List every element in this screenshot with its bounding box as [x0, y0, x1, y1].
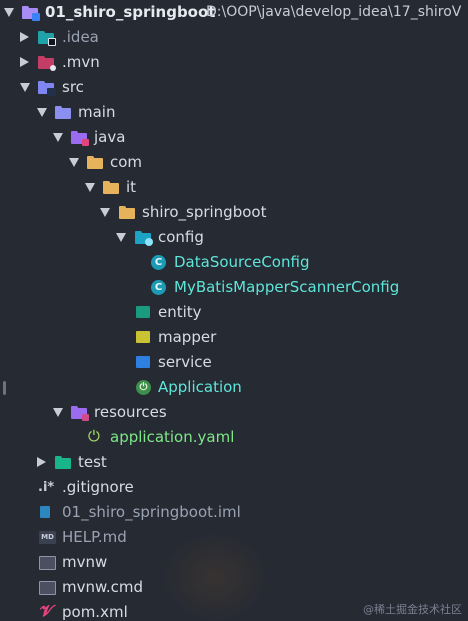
tree-row-shiro-springboot[interactable]: shiro_springboot	[0, 200, 468, 225]
node-label: entity	[158, 303, 202, 321]
node-label: .idea	[62, 28, 99, 46]
chevron-down-icon[interactable]	[116, 233, 126, 242]
gutter-marker	[3, 381, 6, 395]
test-folder-icon	[55, 456, 71, 469]
mvn-folder-icon	[38, 56, 56, 71]
node-label: Application	[158, 378, 242, 396]
chevron-down-icon[interactable]	[53, 408, 63, 417]
chevron-down-icon[interactable]	[85, 183, 95, 192]
mapper-package-icon	[136, 331, 150, 343]
node-label: HELP.md	[62, 528, 127, 546]
folder-icon	[55, 106, 71, 119]
tree-row-mapper[interactable]: mapper	[0, 325, 468, 350]
chevron-right-icon[interactable]	[20, 57, 29, 67]
node-label: com	[110, 153, 143, 171]
java-source-folder-icon	[71, 131, 89, 146]
class-icon: C	[151, 255, 166, 270]
chevron-down-icon[interactable]	[69, 158, 79, 167]
node-label: mapper	[158, 328, 217, 346]
markdown-file-icon: MD	[39, 531, 56, 544]
config-package-icon	[135, 231, 153, 246]
package-folder-icon	[87, 156, 103, 169]
terminal-file-icon	[39, 556, 56, 570]
tree-row-it[interactable]: it	[0, 175, 468, 200]
node-label: java	[94, 128, 126, 146]
tree-row-service[interactable]: service	[0, 350, 468, 375]
service-package-icon	[136, 356, 150, 368]
tree-row-src[interactable]: src	[0, 75, 468, 100]
node-label: service	[158, 353, 212, 371]
node-label: pom.xml	[62, 603, 128, 621]
node-label: .mvn	[62, 53, 100, 71]
node-label: resources	[94, 403, 167, 421]
chevron-down-icon[interactable]	[20, 83, 30, 92]
tree-row-application-yaml[interactable]: ⏻ application.yaml	[0, 425, 468, 450]
node-label: MyBatisMapperScannerConfig	[174, 278, 400, 296]
tree-row-idea[interactable]: .idea	[0, 25, 468, 50]
spring-boot-class-icon: ⏻	[136, 380, 151, 395]
tree-row-gitignore[interactable]: .i* .gitignore	[0, 475, 468, 500]
node-label: test	[78, 453, 107, 471]
node-label: application.yaml	[110, 428, 235, 446]
node-label: main	[78, 103, 116, 121]
chevron-right-icon[interactable]	[37, 457, 46, 467]
package-folder-icon	[103, 181, 119, 194]
tree-row-java[interactable]: java	[0, 125, 468, 150]
project-name: 01_shiro_springboot	[45, 3, 216, 21]
tree-row-resources[interactable]: resources	[0, 400, 468, 425]
resources-folder-icon	[71, 406, 89, 421]
entity-package-icon	[136, 306, 150, 318]
tree-row-mybatismapperscannerconfig[interactable]: C MyBatisMapperScannerConfig	[0, 275, 468, 300]
spring-config-icon: ⏻	[88, 427, 100, 445]
idea-folder-icon	[38, 31, 56, 46]
node-label: mvnw.cmd	[62, 578, 144, 596]
terminal-file-icon	[39, 581, 56, 595]
node-label: src	[62, 78, 84, 96]
tree-row-mvn[interactable]: .mvn	[0, 50, 468, 75]
tree-row-config[interactable]: config	[0, 225, 468, 250]
watermark: @稀土掘金技术社区	[363, 603, 462, 616]
project-folder-icon	[22, 6, 40, 21]
chevron-right-icon[interactable]	[20, 32, 29, 42]
iml-file-icon	[40, 506, 50, 518]
maven-icon: 𝓥	[40, 601, 54, 620]
node-label: 01_shiro_springboot.iml	[62, 503, 241, 521]
chevron-down-icon[interactable]	[4, 8, 14, 17]
tree-row-main[interactable]: main	[0, 100, 468, 125]
project-path: D:\OOP\java\develop_idea\17_shiroV	[206, 4, 462, 20]
node-label: shiro_springboot	[142, 203, 267, 221]
package-folder-icon	[119, 206, 135, 219]
tree-row-com[interactable]: com	[0, 150, 468, 175]
node-label: config	[158, 228, 204, 246]
node-label: it	[126, 178, 137, 196]
src-folder-icon	[38, 81, 56, 96]
node-label: DataSourceConfig	[174, 253, 310, 271]
gitignore-icon: .i*	[38, 480, 55, 495]
tree-row-iml[interactable]: 01_shiro_springboot.iml	[0, 500, 468, 525]
tree-row-application[interactable]: ⏻ Application	[0, 375, 468, 400]
chevron-down-icon[interactable]	[100, 208, 110, 217]
tree-row-entity[interactable]: entity	[0, 300, 468, 325]
node-label: .gitignore	[62, 478, 134, 496]
class-icon: C	[151, 280, 166, 295]
tree-row-project-root[interactable]: 01_shiro_springboot D:\OOP\java\develop_…	[0, 0, 468, 25]
node-label: mvnw	[62, 553, 108, 571]
tree-row-datasourceconfig[interactable]: C DataSourceConfig	[0, 250, 468, 275]
background-shadow	[160, 530, 270, 621]
tree-row-test[interactable]: test	[0, 450, 468, 475]
chevron-down-icon[interactable]	[37, 108, 47, 117]
project-tree: 01_shiro_springboot D:\OOP\java\develop_…	[0, 0, 468, 621]
chevron-down-icon[interactable]	[53, 133, 63, 142]
